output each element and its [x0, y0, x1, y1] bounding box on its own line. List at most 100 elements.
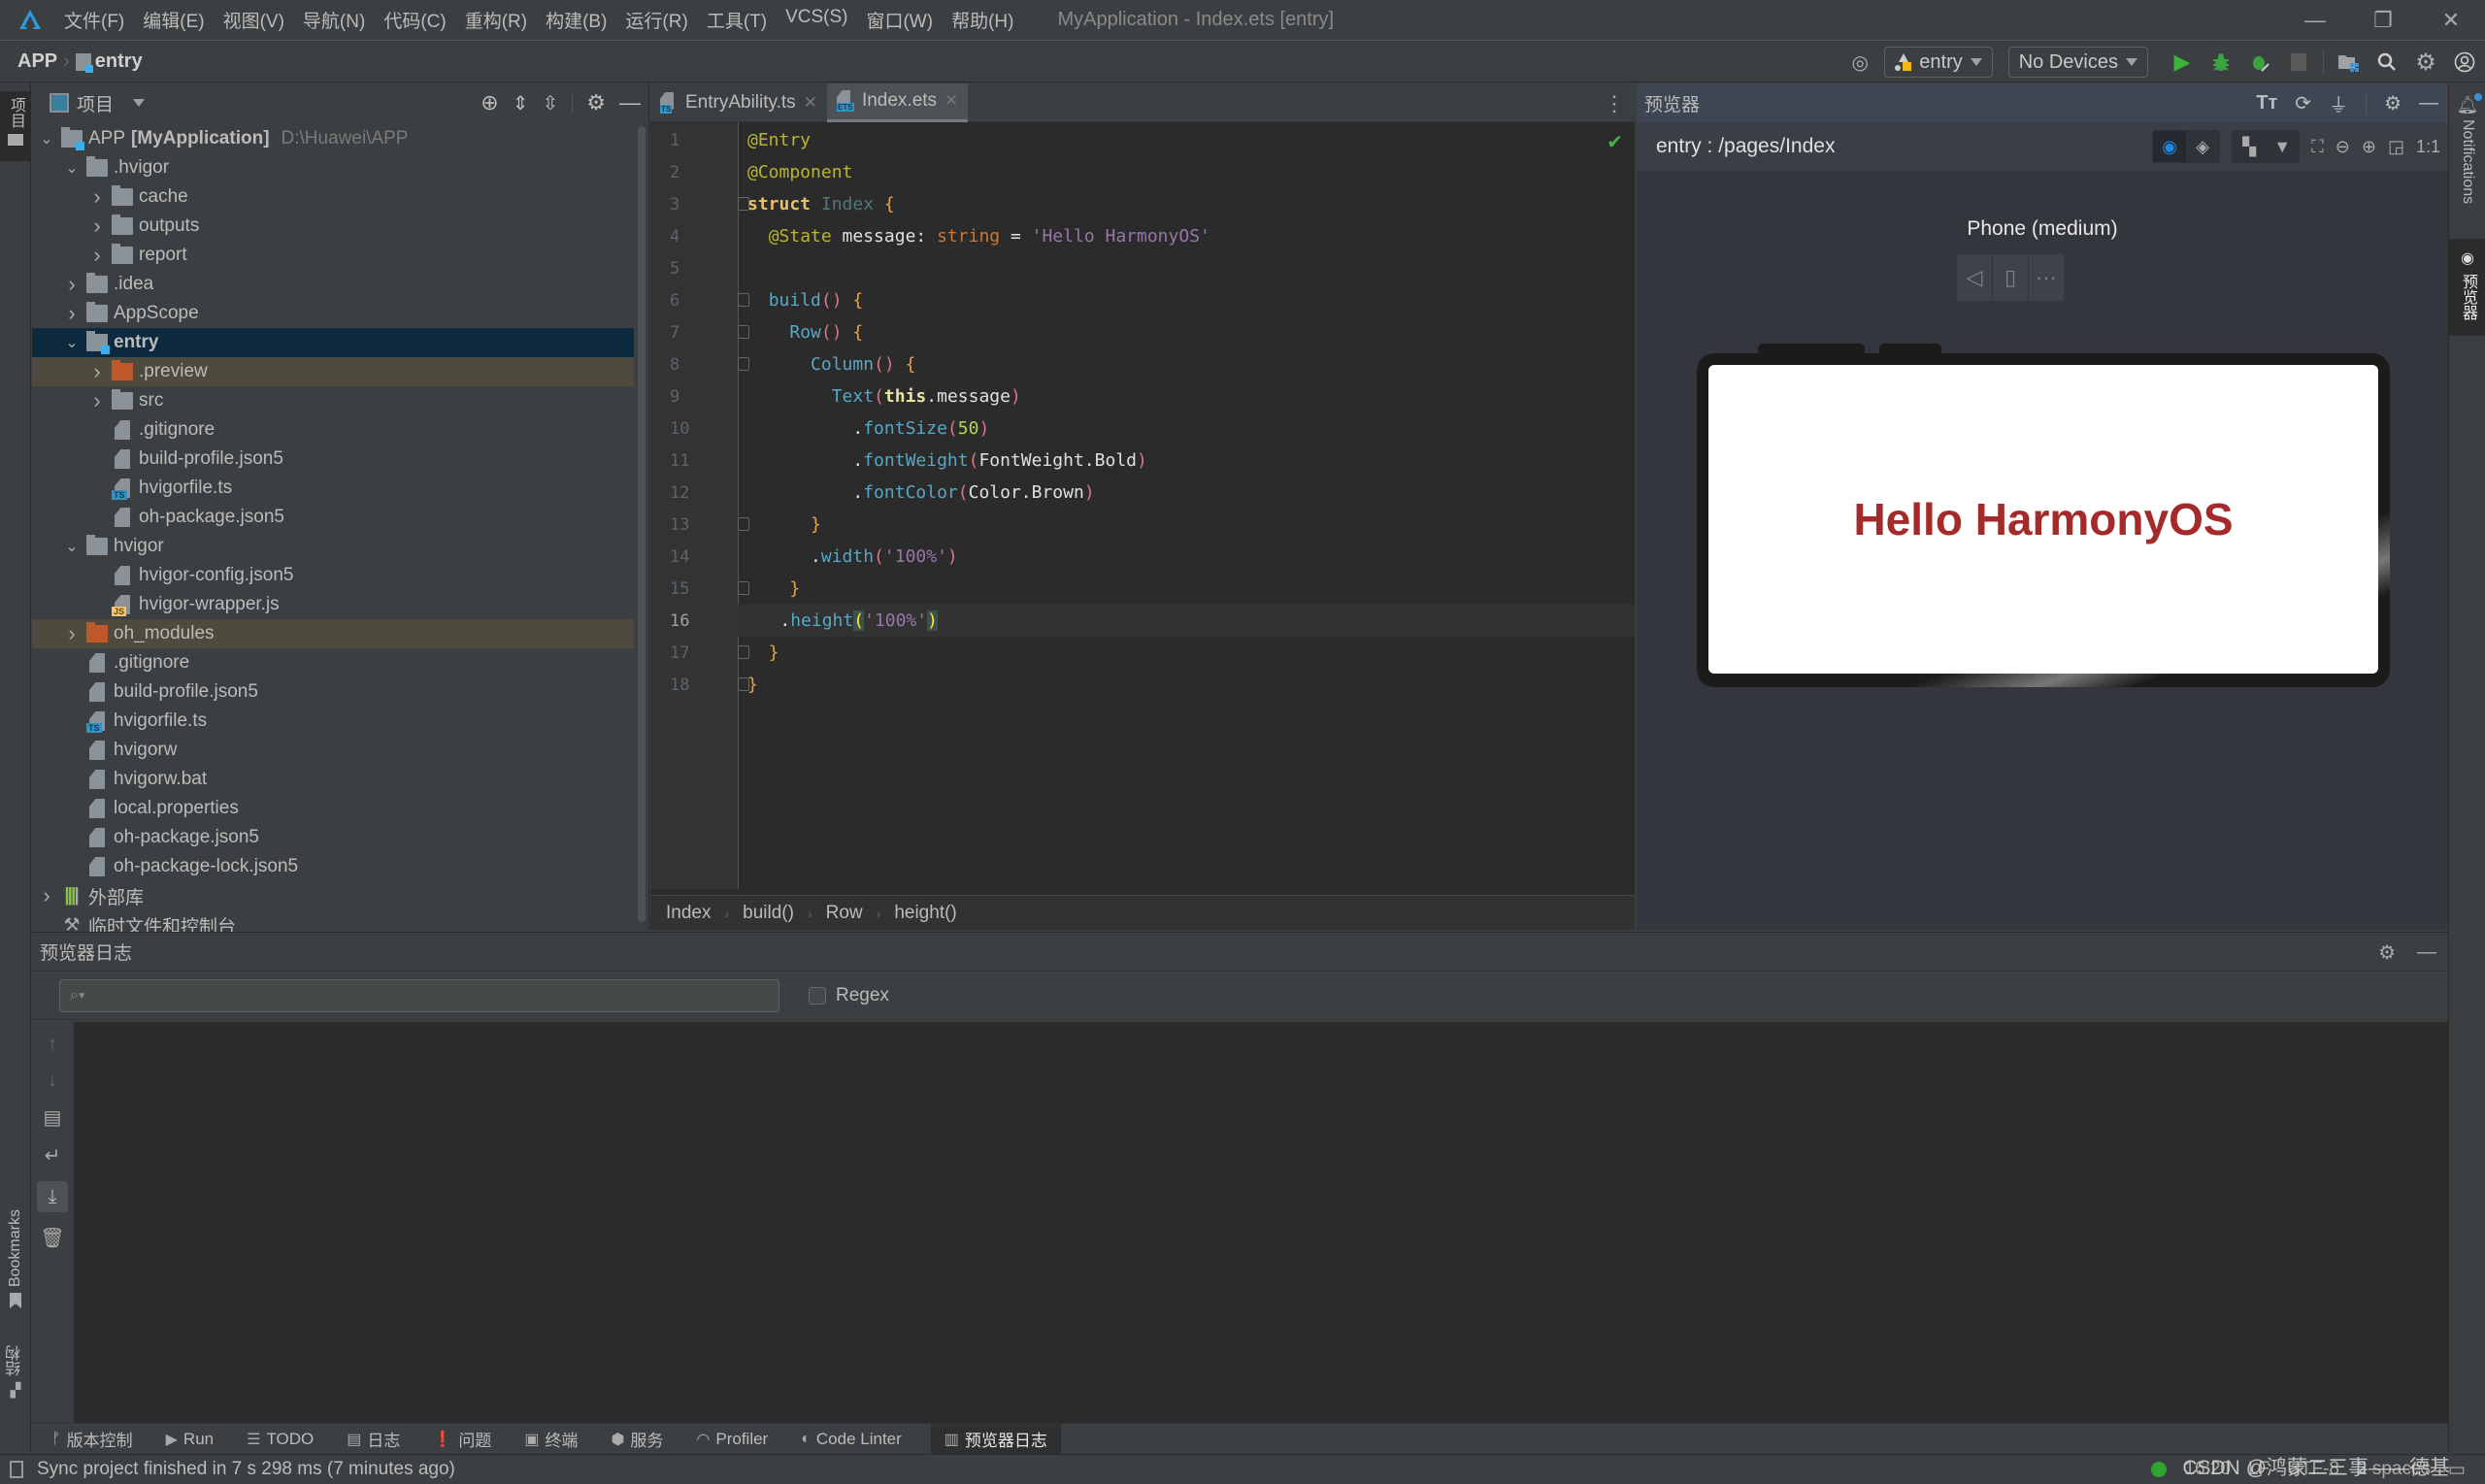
editor-breadcrumb-item[interactable]: build(): [743, 903, 794, 924]
account-icon[interactable]: [2450, 48, 2479, 77]
fold-icon[interactable]: [738, 645, 749, 659]
chevron-right-icon[interactable]: ›: [88, 184, 106, 210]
project-scrollbar[interactable]: [638, 126, 646, 922]
menu-item[interactable]: 帮助(H): [951, 7, 1013, 33]
gear-icon[interactable]: ⚙: [2384, 91, 2402, 115]
status-message[interactable]: Sync project finished in 7 s 298 ms (7 m…: [37, 1459, 455, 1480]
previewer-tool-tab[interactable]: ◉ 预览器: [2449, 239, 2485, 336]
chevron-right-icon[interactable]: ›: [88, 243, 106, 268]
tree-item[interactable]: ⌄ hvigor: [32, 532, 634, 561]
chevron-down-icon[interactable]: [133, 99, 146, 107]
bookmarks-tool-tab[interactable]: Bookmarks: [0, 1209, 31, 1309]
regex-checkbox[interactable]: [809, 986, 826, 1005]
notifications-tool-tab[interactable]: 🔔︎ Notifications: [2449, 83, 2485, 229]
tree-item[interactable]: ⌄ entry: [32, 328, 634, 357]
code-line[interactable]: struct Index {: [738, 188, 1635, 220]
code-line[interactable]: @State message: string = 'Hello HarmonyO…: [747, 220, 1635, 252]
chevron-right-icon[interactable]: ›: [38, 883, 55, 908]
code-line[interactable]: . fontSize(50): [747, 412, 1635, 445]
code-line[interactable]: build() {: [738, 284, 1635, 316]
search-icon[interactable]: [2372, 48, 2402, 77]
chevron-right-icon[interactable]: ›: [63, 272, 81, 297]
project-structure-icon[interactable]: [2334, 48, 2363, 77]
run-icon[interactable]: ▶: [2168, 48, 2197, 77]
breadcrumb-app[interactable]: APP: [17, 50, 57, 73]
tool-window-todo[interactable]: ☰ TODO: [243, 1424, 317, 1455]
zoom-in-icon[interactable]: ⊕: [2362, 137, 2376, 157]
status-panel-icon[interactable]: [10, 1460, 23, 1478]
filter-log-icon[interactable]: ▤: [44, 1105, 62, 1130]
fit-icon[interactable]: ⛶: [2311, 137, 2324, 157]
actual-size-icon[interactable]: 1:1: [2416, 137, 2440, 157]
tree-item[interactable]: › outputs: [32, 212, 634, 241]
tree-item[interactable]: .gitignore: [32, 415, 634, 445]
fold-icon[interactable]: [738, 293, 749, 307]
expand-all-icon[interactable]: ⇕: [513, 91, 529, 115]
zoom-out-icon[interactable]: ⊖: [2336, 137, 2350, 157]
tree-item[interactable]: JS hvigor-wrapper.js: [32, 590, 634, 619]
more-icon[interactable]: ···: [2029, 254, 2064, 301]
log-search-box[interactable]: ⌕▾: [59, 978, 779, 1012]
chevron-right-icon[interactable]: ›: [63, 301, 81, 326]
tree-item[interactable]: › src: [32, 386, 634, 415]
tree-item[interactable]: TS hvigorfile.ts: [32, 707, 634, 736]
rotate-icon[interactable]: ▯: [1993, 254, 2029, 301]
project-tool-tab[interactable]: 项目: [0, 91, 31, 161]
code-line[interactable]: . width('100%'): [747, 541, 1635, 573]
code-line[interactable]: . fontColor(Color.Brown): [747, 477, 1635, 509]
target-icon[interactable]: ◎: [1845, 48, 1874, 77]
close-tab-icon[interactable]: ✕: [804, 93, 817, 113]
tree-item[interactable]: ⌄ .hvigor: [32, 153, 634, 182]
debug-icon[interactable]: [2206, 48, 2236, 77]
code-line[interactable]: }: [738, 637, 1635, 669]
tree-item[interactable]: build-profile.json5: [32, 677, 634, 707]
menu-item[interactable]: VCS(S): [785, 7, 847, 33]
menu-item[interactable]: 文件(F): [64, 7, 124, 33]
scroll-to-end-icon[interactable]: ⤓: [37, 1181, 68, 1212]
fold-icon[interactable]: [738, 197, 749, 211]
code-line[interactable]: }: [738, 669, 1635, 701]
tool-window-terminal[interactable]: ▣ 终端: [520, 1424, 581, 1455]
tree-item[interactable]: oh-package-lock.json5: [32, 852, 634, 881]
fold-icon[interactable]: [738, 325, 749, 339]
editor-breadcrumb-item[interactable]: Index: [666, 903, 711, 924]
back-icon[interactable]: ◁: [1957, 254, 1993, 301]
project-panel-title[interactable]: 项目: [77, 90, 114, 116]
menu-item[interactable]: 重构(R): [465, 7, 527, 33]
trash-icon[interactable]: 🗑︎: [40, 1226, 64, 1250]
gear-icon[interactable]: ⚙: [586, 90, 606, 115]
layers-icon[interactable]: ◈: [2186, 131, 2219, 162]
locate-icon[interactable]: ⊕: [480, 90, 498, 115]
code-line[interactable]: . height('100%'): [738, 605, 1635, 637]
menu-item[interactable]: 视图(V): [223, 7, 284, 33]
code-line[interactable]: Row() {: [738, 316, 1635, 348]
code-line[interactable]: }: [738, 573, 1635, 605]
chevron-down-icon[interactable]: ⌄: [63, 333, 81, 352]
tree-item[interactable]: › .preview: [32, 357, 634, 386]
tool-window-vcs[interactable]: ᚠ 版本控制: [48, 1424, 137, 1455]
menu-item[interactable]: 运行(R): [625, 7, 687, 33]
editor-breadcrumb-item[interactable]: height(): [894, 903, 956, 924]
chevron-down-icon[interactable]: ⌄: [63, 158, 81, 178]
code-line[interactable]: Column() {: [738, 348, 1635, 380]
run-config-select[interactable]: entry: [1884, 47, 1993, 78]
attach-debugger-icon[interactable]: [2245, 48, 2274, 77]
structure-tool-tab[interactable]: 结构 ▞: [0, 1345, 31, 1399]
minimize-button[interactable]: —: [2281, 8, 2349, 33]
chevron-down-icon[interactable]: ▼: [2266, 131, 2299, 162]
editor-tab[interactable]: TS EntryAbility.ts ✕: [650, 83, 827, 122]
phone-screen[interactable]: Hello HarmonyOS: [1708, 365, 2378, 674]
multi-device-icon[interactable]: ▚: [2233, 131, 2266, 162]
tree-item[interactable]: .gitignore: [32, 648, 634, 677]
code-line[interactable]: [747, 252, 1635, 284]
tree-item[interactable]: › report: [32, 241, 634, 270]
editor-breadcrumb-item[interactable]: Row: [826, 903, 863, 924]
fold-icon[interactable]: [738, 517, 749, 531]
tree-item[interactable]: TS hvigorfile.ts: [32, 474, 634, 503]
chevron-right-icon[interactable]: ›: [88, 359, 106, 384]
chevron-right-icon[interactable]: ›: [88, 388, 106, 413]
chevron-right-icon[interactable]: ›: [88, 214, 106, 239]
soft-wrap-icon[interactable]: ↵: [45, 1143, 61, 1168]
menu-item[interactable]: 工具(T): [707, 7, 767, 33]
tool-window-run[interactable]: ▶ Run: [162, 1424, 218, 1455]
